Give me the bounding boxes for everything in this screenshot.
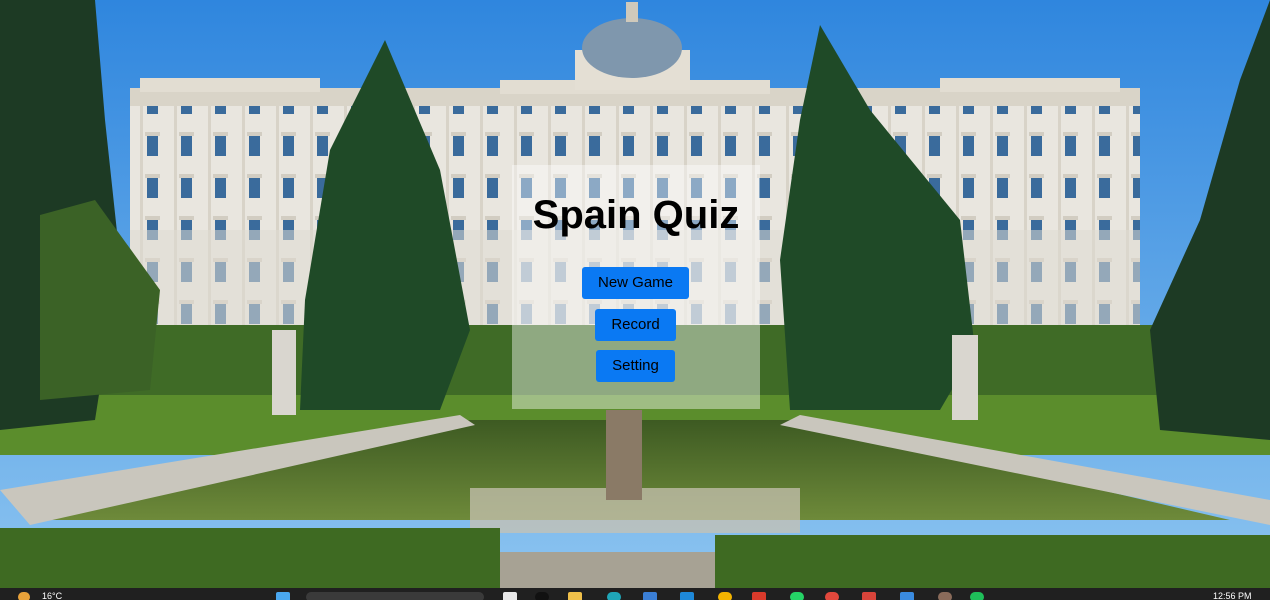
windows-start-icon[interactable] [276,592,290,600]
taskbar-clock[interactable]: 12:56 PM [1213,591,1252,600]
app-icon[interactable] [970,592,984,600]
weather-icon[interactable] [18,592,30,600]
app-icon[interactable] [862,592,876,600]
app-icon[interactable] [680,592,694,600]
record-button[interactable]: Record [595,309,676,341]
folder-icon[interactable] [568,592,582,600]
browser-icon[interactable] [607,592,621,600]
main-menu-panel: Spain Quiz New Game Record Setting [512,165,760,409]
new-game-button[interactable]: New Game [582,267,689,299]
setting-button[interactable]: Setting [596,350,675,382]
app-icon[interactable] [535,592,549,600]
store-icon[interactable] [643,592,657,600]
weather-temperature[interactable]: 16°C [42,591,62,600]
game-window: Spain Quiz New Game Record Setting 16°C … [0,0,1270,600]
app-icon[interactable] [825,592,839,600]
whatsapp-icon[interactable] [790,592,804,600]
app-icon[interactable] [900,592,914,600]
user-avatar[interactable] [938,592,952,600]
search-box[interactable] [306,592,484,600]
chrome-icon[interactable] [718,592,732,600]
mail-icon[interactable] [752,592,766,600]
file-icon[interactable] [503,592,517,600]
game-title: Spain Quiz [532,193,740,237]
windows-taskbar: 16°C 12:56 PM [0,588,1270,600]
